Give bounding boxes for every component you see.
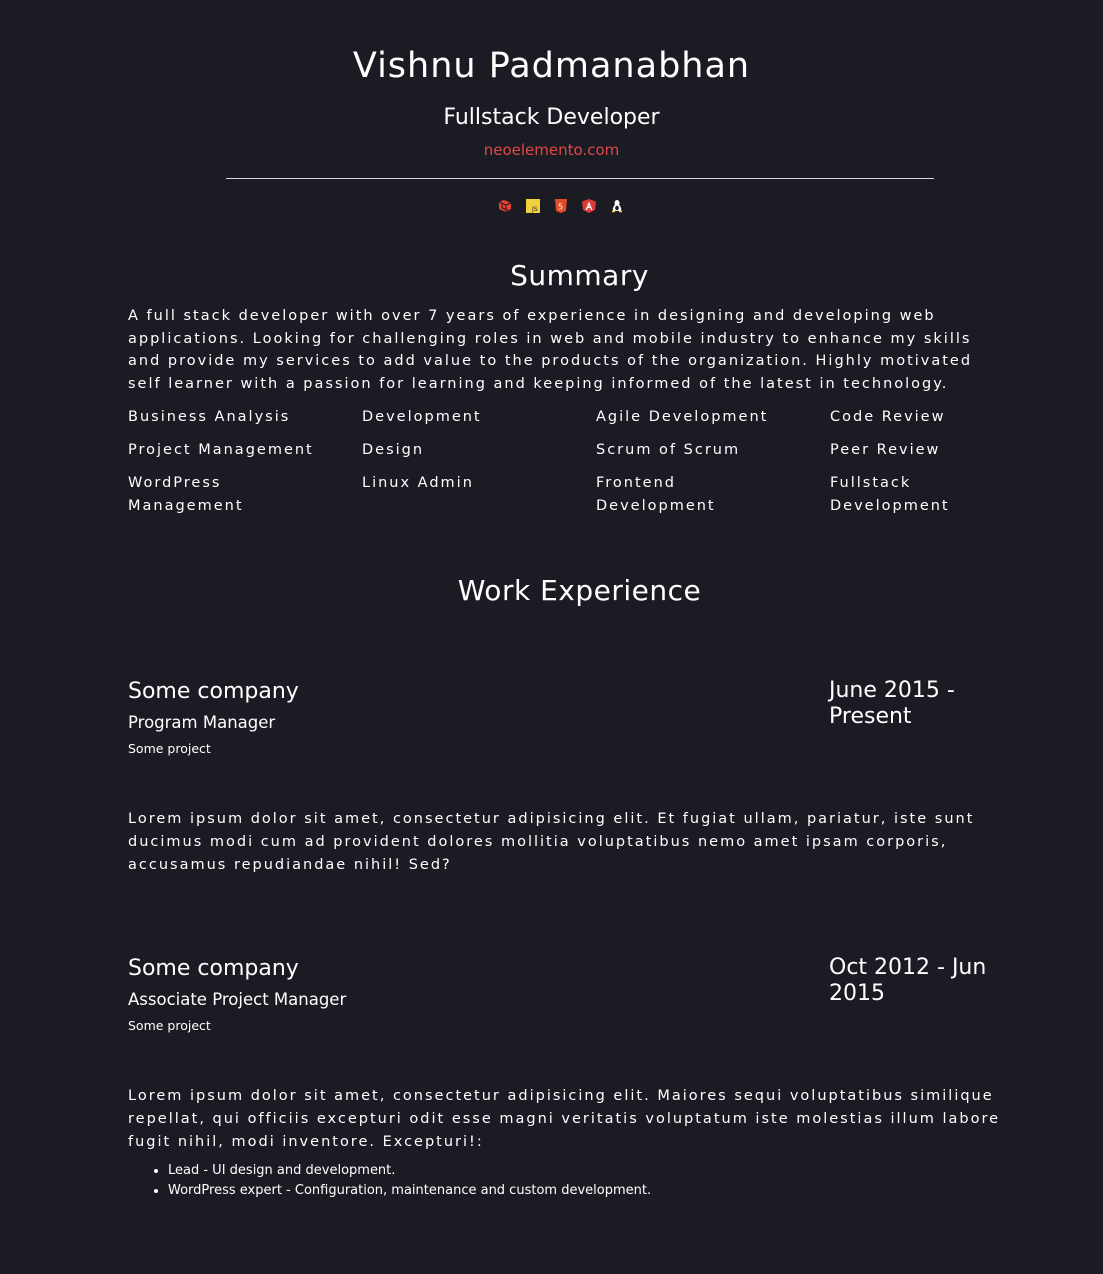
svg-text:5: 5: [558, 203, 563, 212]
job-description: Lorem ipsum dolor sit amet, consectetur …: [128, 810, 975, 873]
skill-item: Development: [362, 408, 482, 425]
html5-icon: 5: [554, 199, 568, 213]
job-entry: Some company Associate Project Manager S…: [128, 955, 1003, 1202]
linux-icon: [610, 199, 624, 213]
skill-item: Frontend Development: [596, 474, 716, 514]
person-name: Vishnu Padmanabhan: [352, 46, 751, 86]
tech-icon-row: JS 5: [0, 199, 1103, 213]
skill-item: Fullstack Development: [830, 474, 950, 514]
list-item: WordPress expert - Configuration, mainte…: [168, 1181, 1003, 1202]
svg-text:JS: JS: [531, 206, 538, 213]
resume-header: Vishnu Padmanabhan Fullstack Developer n…: [0, 0, 1103, 213]
job-description: Lorem ipsum dolor sit amet, consectetur …: [128, 1087, 1001, 1150]
skill-item: Business Analysis: [128, 408, 291, 425]
laravel-icon: [498, 199, 512, 213]
skill-item: Code Review: [830, 408, 946, 425]
skill-item: Scrum of Scrum: [596, 441, 741, 458]
job-header: Some company Program Manager Some projec…: [128, 678, 1003, 768]
skill-item: Project Management: [128, 441, 314, 458]
job-project: Some project: [128, 1017, 211, 1033]
summary-text: A full stack developer with over 7 years…: [128, 308, 973, 393]
skill-item: Agile Development: [596, 408, 769, 425]
job-dates: June 2015 - Present: [829, 677, 955, 729]
job-role: Fullstack Developer: [443, 105, 660, 130]
summary-heading: Summary: [510, 259, 649, 292]
summary-section: A full stack developer with over 7 years…: [0, 305, 1103, 518]
work-experience-heading: Work Experience: [457, 573, 702, 607]
work-experience-section: Some company Program Manager Some projec…: [0, 678, 1103, 1202]
skill-item: Peer Review: [830, 441, 941, 458]
job-header: Some company Associate Project Manager S…: [128, 955, 1003, 1045]
job-highlights-list: Lead - UI design and development. WordPr…: [128, 1161, 1003, 1202]
job-project: Some project: [128, 740, 211, 756]
skill-item: Linux Admin: [362, 474, 474, 491]
resume-page: Vishnu Padmanabhan Fullstack Developer n…: [0, 0, 1103, 1274]
header-divider: [226, 178, 934, 179]
website-link[interactable]: neoelemento.com: [484, 140, 619, 160]
list-item: Lead - UI design and development.: [168, 1161, 1003, 1182]
skill-item: Design: [362, 441, 425, 458]
skills-grid: Business Analysis Development Agile Deve…: [128, 406, 1003, 518]
javascript-icon: JS: [525, 199, 540, 213]
job-entry: Some company Program Manager Some projec…: [128, 678, 1003, 877]
job-dates: Oct 2012 - Jun 2015: [829, 954, 987, 1006]
skill-item: WordPress Management: [128, 474, 244, 514]
angular-icon: [581, 199, 596, 213]
